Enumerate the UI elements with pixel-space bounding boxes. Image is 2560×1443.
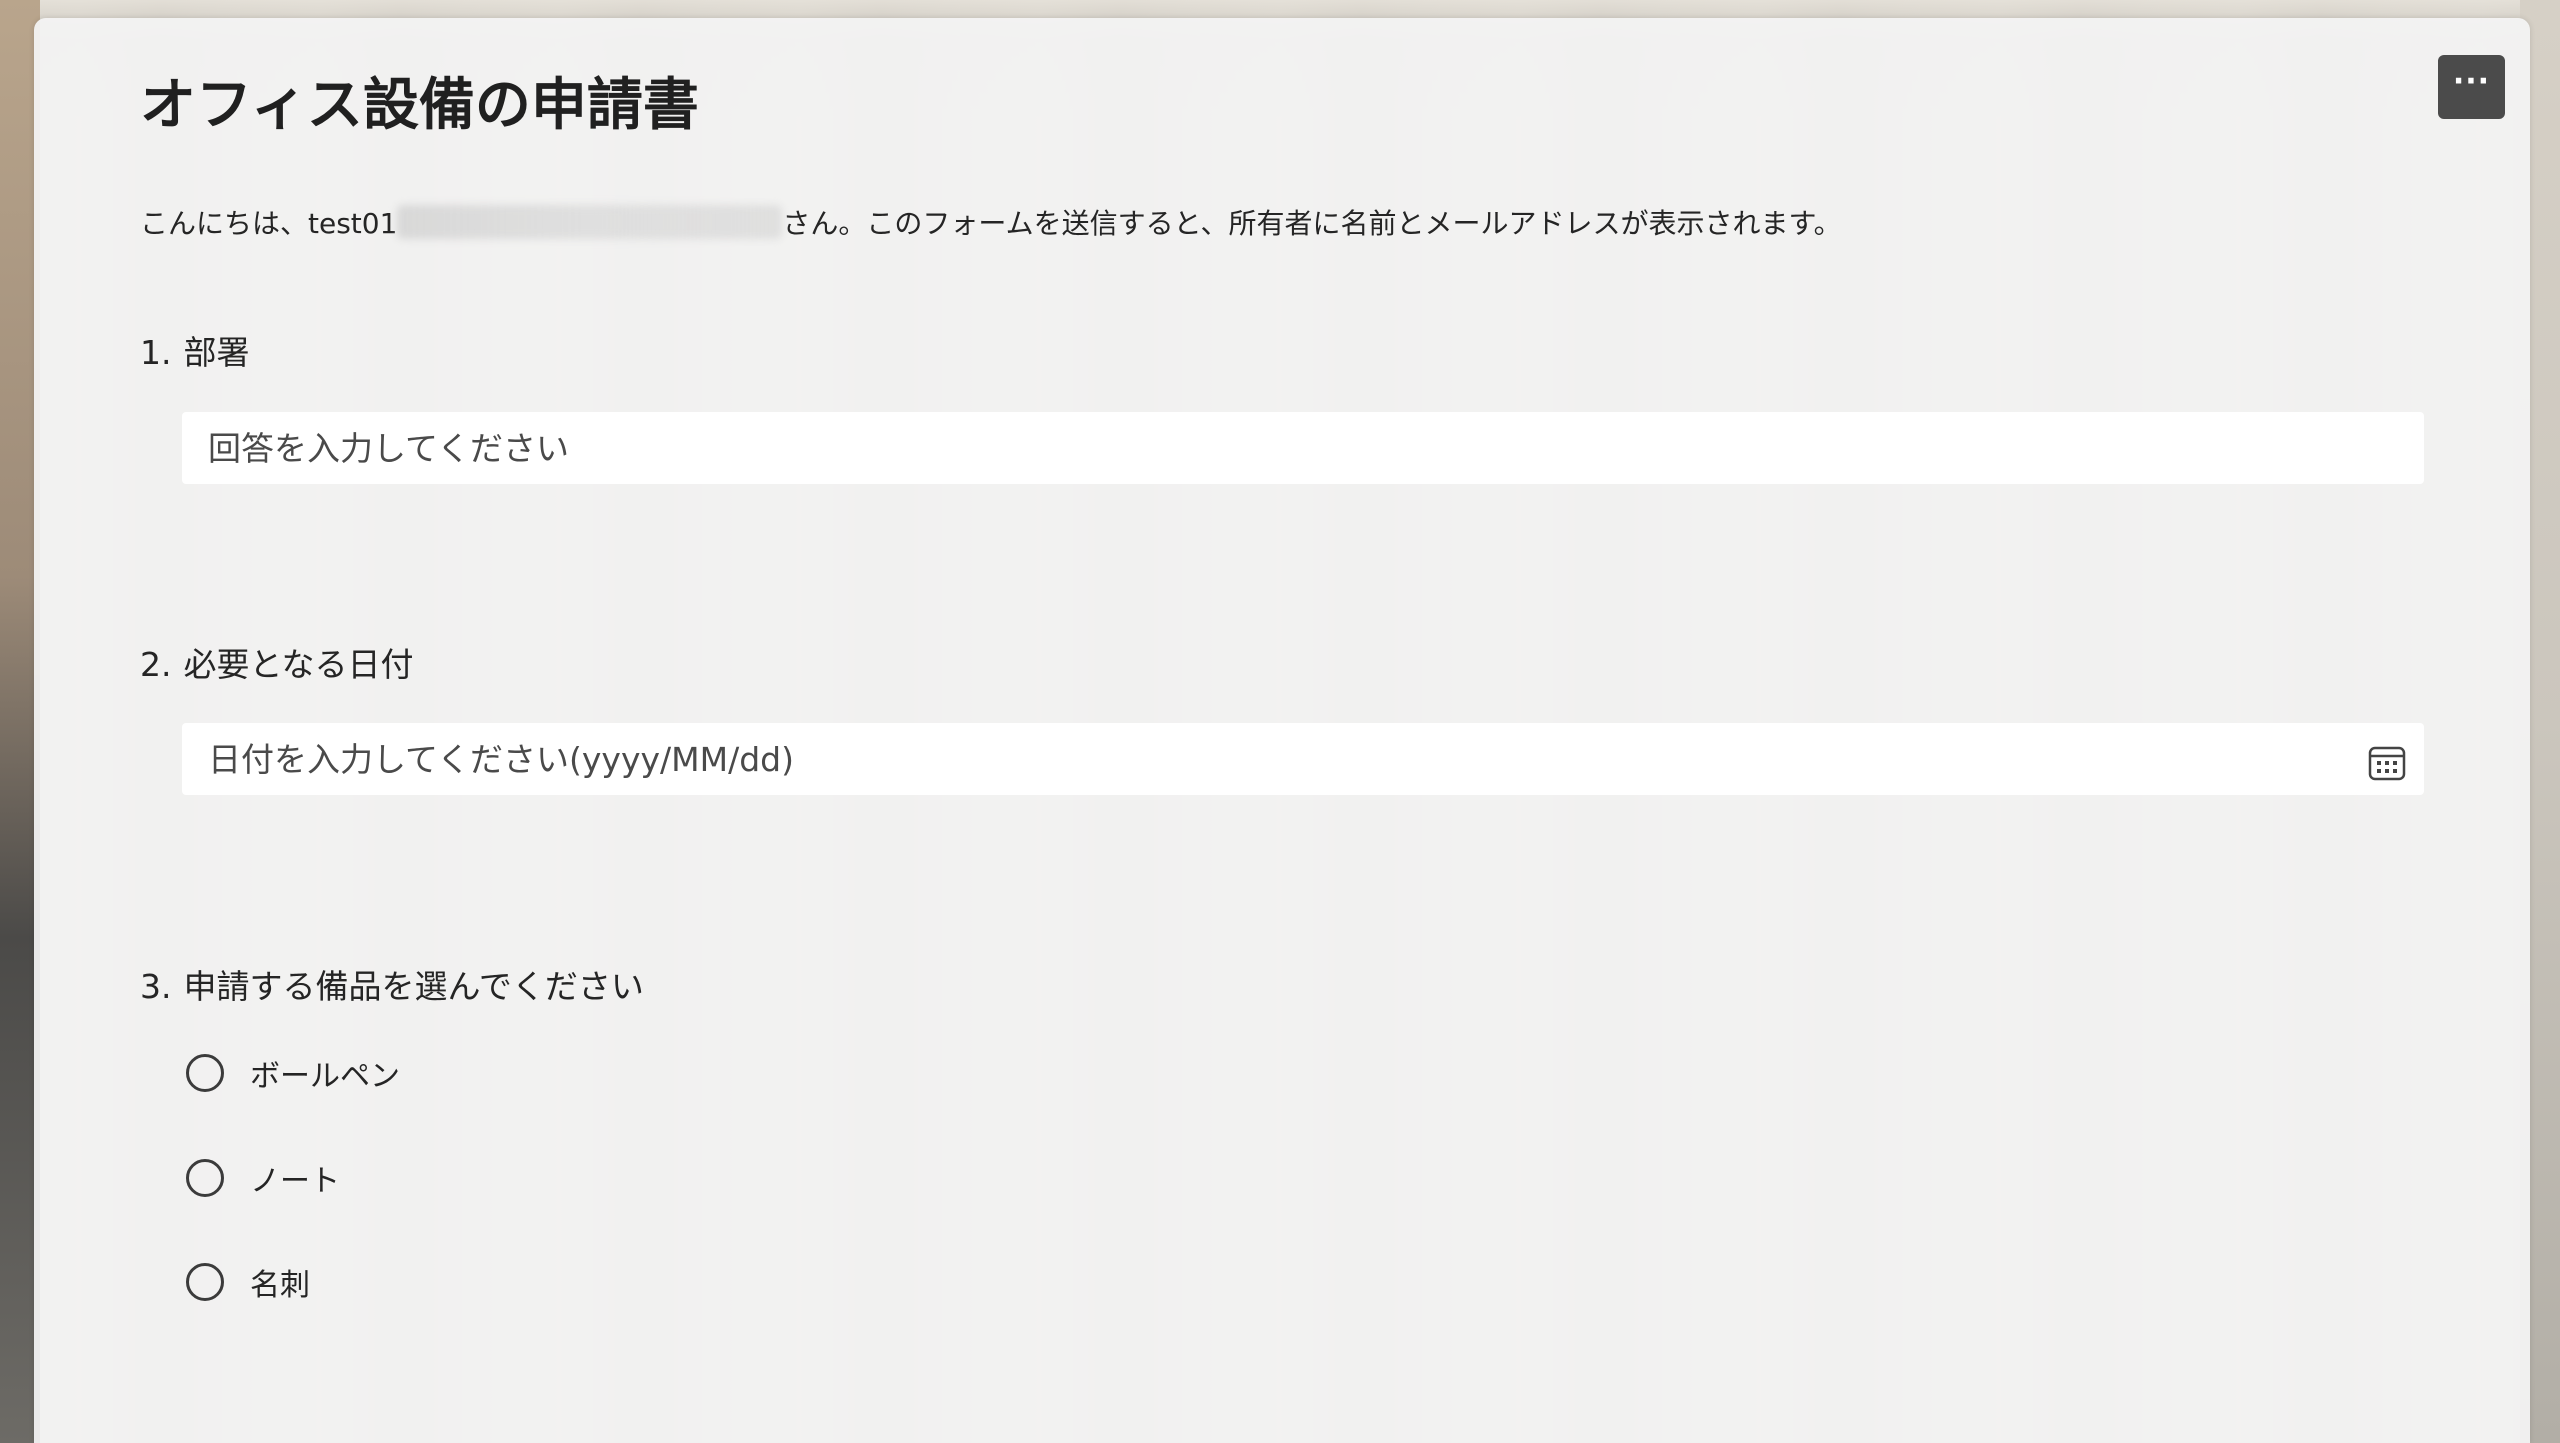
question-2-label: 2. 必要となる日付 (140, 638, 414, 686)
option-label: 名刺 (250, 1268, 310, 1303)
radio-button[interactable] (186, 1054, 224, 1092)
option-label: ボールペン (250, 1059, 400, 1094)
question-3-label: 3. 申請する備品を選んでください (140, 960, 644, 1008)
greeting-prefix: こんにちは、test01 (140, 207, 398, 240)
question-1-label: 1. 部署 (140, 326, 250, 374)
question-text: 部署 (183, 333, 250, 372)
greeting-text: こんにちは、test01 さん。このフォームを送信すると、所有者に名前とメールア… (140, 202, 1842, 242)
radio-option-ballpen[interactable]: ボールペン (186, 1051, 400, 1095)
question-number: 1. (140, 333, 172, 372)
radio-option-notebook[interactable]: ノート (186, 1156, 340, 1200)
radio-button[interactable] (186, 1263, 224, 1301)
date-input[interactable] (182, 723, 2424, 795)
radio-option-business-card[interactable]: 名刺 (186, 1260, 310, 1304)
more-icon: ··· (2452, 64, 2491, 99)
radio-button[interactable] (186, 1159, 224, 1197)
more-options-button[interactable]: ··· (2438, 55, 2505, 119)
redacted-email (397, 205, 783, 239)
department-input[interactable] (182, 412, 2424, 484)
option-label: ノート (250, 1164, 340, 1199)
question-text: 申請する備品を選んでください (183, 967, 644, 1006)
greeting-suffix: さん。このフォームを送信すると、所有者に名前とメールアドレスが表示されます。 (782, 207, 1842, 240)
calendar-icon[interactable] (2367, 743, 2407, 783)
question-number: 2. (140, 645, 172, 684)
question-number: 3. (140, 967, 172, 1006)
question-text: 必要となる日付 (183, 645, 414, 684)
form-title: オフィス設備の申請書 (140, 73, 699, 138)
